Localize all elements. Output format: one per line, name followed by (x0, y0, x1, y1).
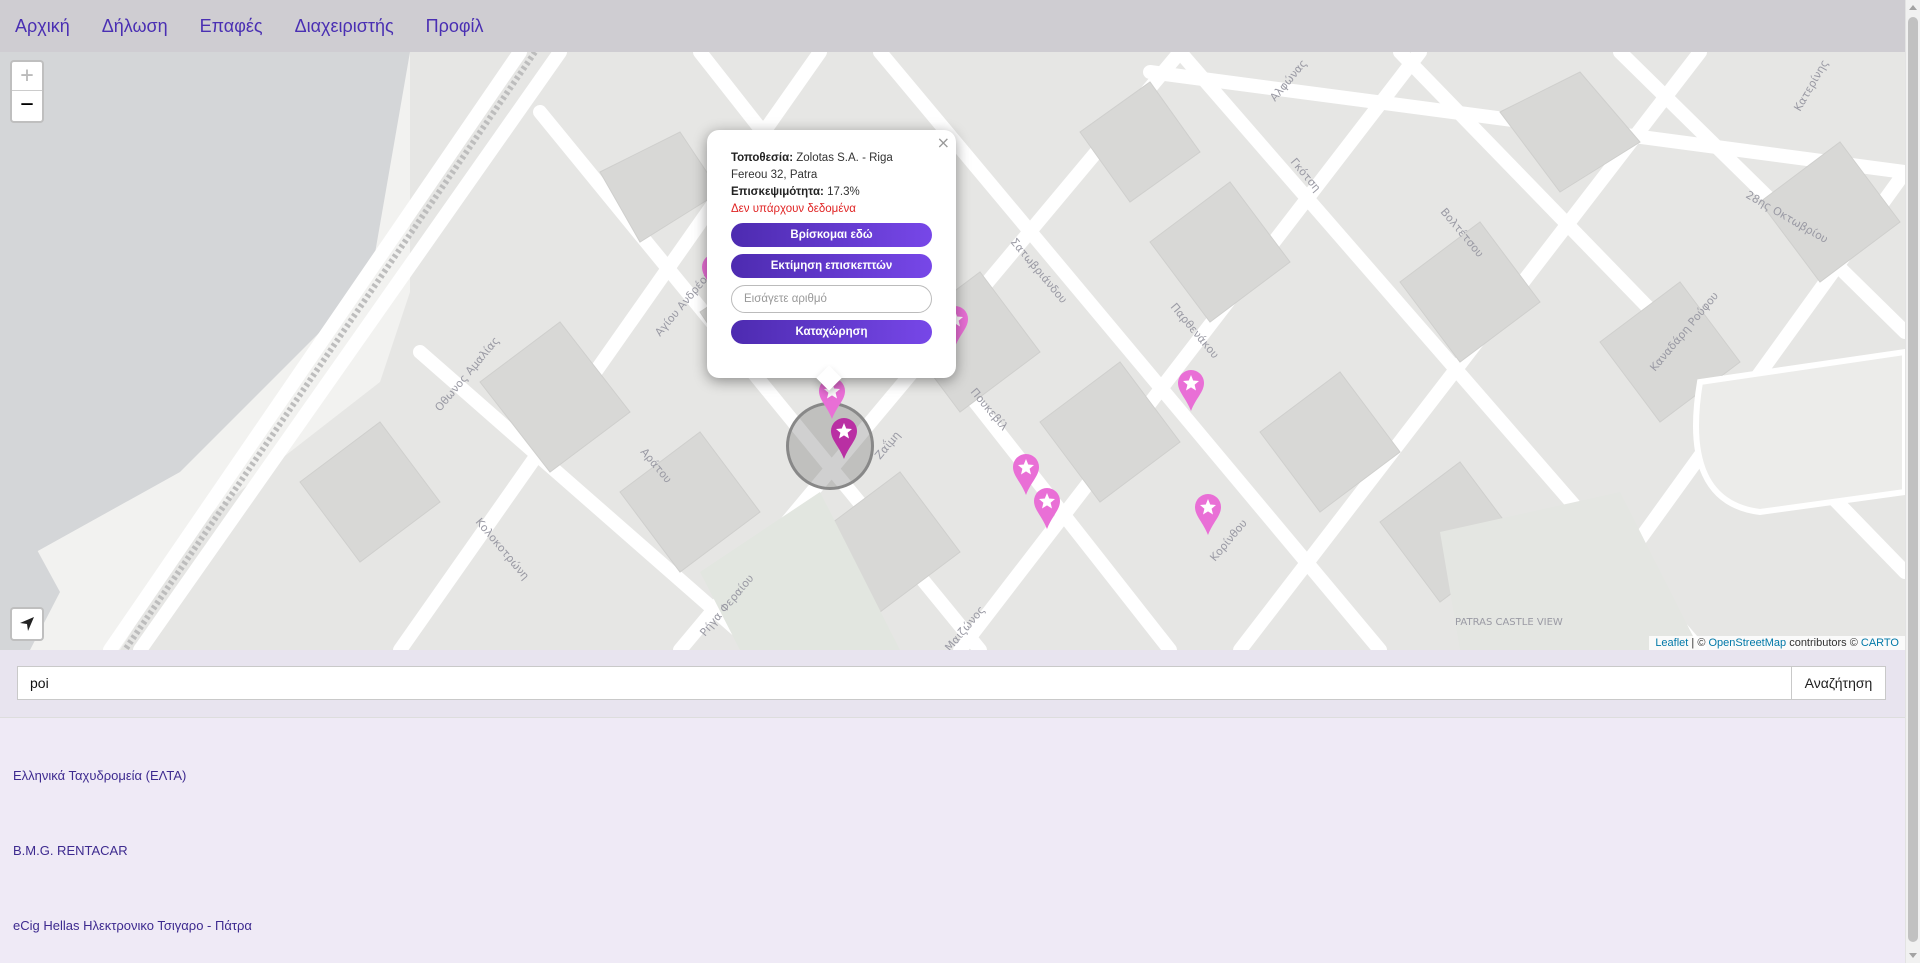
zoom-out-button[interactable]: − (12, 91, 42, 120)
popup-no-data: Δεν υπάρχουν δεδομένα (731, 203, 856, 215)
location-popup: × Τοποθεσία: Zolotas S.A. - Riga Fereou … (707, 130, 956, 391)
map-attribution: Leaflet | © OpenStreetMap contributors ©… (1649, 636, 1905, 650)
navbar: Αρχική Δήλωση Επαφές Διαχειριστής Προφίλ (0, 0, 1905, 52)
nav-home[interactable]: Αρχική (15, 16, 70, 37)
page-scrollbar[interactable] (1905, 0, 1920, 963)
osm-link[interactable]: OpenStreetMap (1708, 637, 1786, 649)
nav-admin[interactable]: Διαχειριστής (295, 16, 394, 37)
here-button[interactable]: Βρίσκομαι εδώ (731, 223, 932, 247)
nav-profile[interactable]: Προφίλ (426, 16, 484, 37)
visitors-number-input[interactable]: Εισάγετε αριθμό (731, 285, 932, 313)
poi-marker-icon[interactable] (1193, 492, 1223, 536)
nav-contacts[interactable]: Επαφές (200, 16, 263, 37)
scroll-up-arrow-icon[interactable] (1909, 5, 1917, 10)
locate-button[interactable] (10, 607, 44, 641)
selected-marker-icon[interactable] (829, 416, 859, 460)
search-bar: poi Αναζήτηση (0, 650, 1905, 718)
result-item[interactable]: eCig Hellas Ηλεκτρονικο Τσιγαρο - Πάτρα (13, 918, 252, 933)
zoom-control: + − (10, 60, 44, 123)
nav-declaration[interactable]: Δήλωση (102, 16, 168, 37)
scroll-down-arrow-icon[interactable] (1909, 953, 1917, 958)
popup-location: Τοποθεσία: Zolotas S.A. - Riga Fereou 32… (731, 150, 932, 184)
results-list: Ελληνικά Ταχυδρομεία (ΕΛΤΑ) B.M.G. RENTA… (0, 718, 1905, 963)
estimate-visitors-button[interactable]: Εκτίμηση επισκεπτών (731, 254, 932, 278)
search-button[interactable]: Αναζήτηση (1791, 666, 1886, 700)
poi-marker-icon[interactable] (1032, 486, 1062, 530)
popup-close-button[interactable]: × (937, 133, 950, 152)
search-input[interactable]: poi (17, 666, 1791, 700)
result-item[interactable]: Ελληνικά Ταχυδρομεία (ΕΛΤΑ) (13, 768, 186, 783)
leaflet-link[interactable]: Leaflet (1655, 637, 1688, 649)
popup-visits: Επισκεψιμότητα: 17.3% (731, 184, 932, 201)
popup-visits-label: Επισκεψιμότητα: (731, 186, 824, 198)
poi-label: PATRAS CASTLE VIEW (1455, 617, 1563, 628)
zoom-in-button[interactable]: + (12, 62, 42, 91)
carto-link[interactable]: CARTO (1861, 637, 1899, 649)
poi-marker-icon[interactable] (1176, 368, 1206, 412)
map[interactable]: Αγίου Ανδρέου Αράτου Ρήγα Φεραίου Ζαΐμη … (0, 52, 1905, 650)
popup-location-label: Τοποθεσία: (731, 152, 794, 164)
navigation-arrow-icon (20, 617, 34, 631)
result-item[interactable]: B.M.G. RENTACAR (13, 843, 128, 858)
submit-button[interactable]: Καταχώρηση (731, 320, 932, 344)
popup-visits-value: 17.3% (827, 186, 860, 198)
scroll-thumb[interactable] (1908, 17, 1918, 942)
